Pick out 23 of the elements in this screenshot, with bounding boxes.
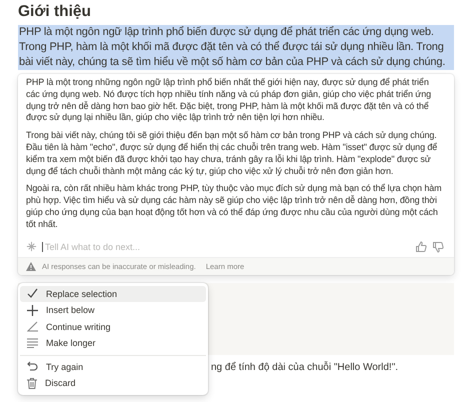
sparkle-icon: [26, 241, 37, 252]
lines-icon: [27, 338, 38, 348]
angle-icon: [27, 321, 38, 332]
menu-item[interactable]: Try again: [20, 358, 206, 376]
response-paragraph: Ngoài ra, còn rất nhiều hàm khác trong PHP, tùy thuộc vào mục đích sử dụng mà bạn có thể lựa chọn hàm phù hợp. Việc tìm hiểu và sử dụng các hàm này sẽ giúp cho việc lập trình trở nên dễ dàng hơn, đồng thời giúp cho ứng dụng của bạn hoạt động tốt hơn và có thể đáp ứng được nhu cầu của người dùng một cách tốt nhất.: [26, 183, 443, 231]
selected-paragraph: PHP là một ngôn ngữ lập trình phổ biến được sử dụng để phát triển các ứng dụng web. Trong PHP, hàm là một khối mã được đặt tên và có thể được tái sử dụng nhiều lần. Trong bài viết này, chúng ta sẽ tìm hiểu về một số hàm cơ bản của PHP và cách sử dụng chúng.: [18, 25, 454, 70]
check-icon: [27, 288, 38, 300]
plus-icon: [27, 304, 38, 316]
response-paragraph: PHP là một trong những ngôn ngữ lập trình phổ biến nhất thế giới hiện nay, được sử dụng để phát triển các ứng dụng web. Nó được tích hợp nhiều tính năng và cú pháp đơn giản, giúp cho việc phát triển ứng dụng trở nên dễ dàng hơn bao giờ hết. Đặc biệt, trong PHP, hàm là một khối mã được đặt tên và có thể được sử dụng lại nhiều lần, giúp cho việc lập trình trở nên tiện lợi hơn nhiều.: [26, 77, 432, 124]
warning-icon: [26, 262, 36, 271]
menu-item[interactable]: Discard: [20, 375, 206, 392]
response-paragraph: Trong bài viết này, chúng tôi sẽ giới thiệu đến bạn một số hàm cơ bản trong PHP và cách sử dụng chúng. Đầu tiên là hàm "echo", được sử dụng để hiển thị các chuỗi trên trang web. Hàm "isset" được sử dụng để kiểm tra xem một biến đã được khởi tạo hay chưa, tránh gây ra lỗi khi lập trình. Hàm "explode" được sử dụng để tách chuỗi thành một mảng các ký tự, giúp cho việc xử lý chuỗi trở nên đơn giản hơn.: [26, 130, 438, 178]
undo-icon: [27, 361, 38, 372]
menu-item[interactable]: Insert below: [20, 302, 206, 319]
prompt-field[interactable]: Tell AI what to do next...: [42, 242, 410, 252]
body-text: ng để tính độ dài của chuỗi "Hello World!".: [211, 360, 400, 375]
menu-item[interactable]: Make longer: [20, 335, 206, 352]
thumbs-down-icon[interactable]: [432, 240, 444, 253]
thumbs-up-icon[interactable]: [415, 240, 427, 253]
menu-item[interactable]: Continue writing: [20, 318, 206, 336]
section-heading: Giới thiệu: [18, 2, 92, 22]
trash-icon: [27, 378, 37, 389]
menu-item[interactable]: Replace selection: [20, 286, 206, 302]
